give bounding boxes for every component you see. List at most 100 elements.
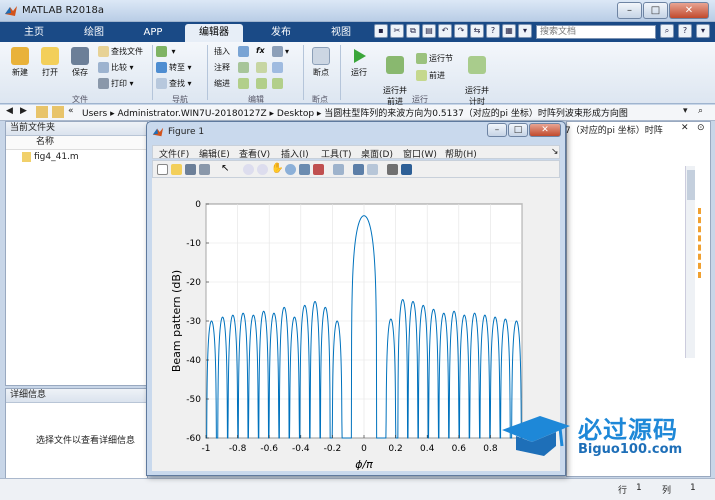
menu-edit[interactable]: 编辑(E) bbox=[199, 147, 230, 160]
zoom-out-icon[interactable] bbox=[257, 164, 268, 175]
indent-decrease-button[interactable] bbox=[272, 78, 285, 89]
undo-icon[interactable]: ↶ bbox=[438, 24, 452, 38]
printer-icon bbox=[98, 78, 109, 89]
print-button[interactable]: 打印 ▾ bbox=[98, 78, 134, 89]
tab-apps[interactable]: APP bbox=[126, 24, 180, 42]
menu-help[interactable]: 帮助(H) bbox=[445, 147, 477, 160]
figure-close-button[interactable]: ✕ bbox=[529, 123, 561, 137]
breadcrumb-project-folder[interactable]: 当圆柱型阵列的来波方向为0.5137（对应的pi 坐标）时阵列波束形成方向图 bbox=[324, 109, 628, 119]
up-folder-icon[interactable] bbox=[36, 106, 48, 118]
run-section-button[interactable]: 运行节 bbox=[416, 53, 453, 64]
uncomment-button[interactable] bbox=[256, 62, 269, 73]
nav-back-button[interactable]: ▾ bbox=[156, 46, 176, 57]
comment-add-button[interactable] bbox=[238, 62, 251, 73]
rotate-3d-icon[interactable] bbox=[285, 164, 296, 175]
menu-view[interactable]: 查看(V) bbox=[239, 147, 270, 160]
help-icon[interactable]: ? bbox=[678, 24, 692, 38]
goto-button[interactable]: 转至 ▾ bbox=[156, 62, 192, 73]
search-documentation-input[interactable]: 搜索文档 bbox=[536, 25, 656, 39]
insert-button[interactable]: 插入 bbox=[214, 46, 230, 57]
data-cursor-icon[interactable] bbox=[299, 164, 310, 175]
list-item[interactable]: fig4_41.m bbox=[6, 150, 147, 164]
fx-button[interactable]: fx bbox=[256, 46, 265, 55]
close-button[interactable]: ✕ bbox=[669, 2, 709, 19]
tab-plots[interactable]: 绘图 bbox=[66, 24, 122, 42]
find-button[interactable]: 查找 ▾ bbox=[156, 78, 192, 89]
search-icon[interactable]: ⌕ bbox=[660, 24, 674, 38]
switch-windows-icon[interactable]: ⇆ bbox=[470, 24, 484, 38]
indent-button[interactable]: 缩进 bbox=[214, 78, 230, 89]
x-tick-label: -0.8 bbox=[229, 444, 247, 454]
minimize-button[interactable]: – bbox=[617, 2, 642, 19]
tab-home[interactable]: 主页 bbox=[6, 24, 62, 42]
hide-plot-tools-icon[interactable] bbox=[387, 164, 398, 175]
save-button[interactable]: 保存 bbox=[66, 47, 94, 78]
zoom-in-icon[interactable] bbox=[243, 164, 254, 175]
pan-hand-icon[interactable]: ✋ bbox=[271, 164, 283, 175]
figure-minimize-button[interactable]: – bbox=[487, 123, 507, 137]
menu-dock-icon[interactable]: ↘ bbox=[551, 147, 559, 157]
back-arrow-icon[interactable]: ◀ bbox=[6, 106, 13, 116]
arrange-icon[interactable]: ▦ bbox=[502, 24, 516, 38]
maximize-button[interactable]: □ bbox=[643, 2, 668, 19]
help-shortcut-icon[interactable]: ? bbox=[486, 24, 500, 38]
new-button[interactable]: 新建 bbox=[6, 47, 34, 78]
insert-section-button[interactable] bbox=[238, 46, 251, 57]
menu-tools[interactable]: 工具(T) bbox=[321, 147, 352, 160]
tab-publish[interactable]: 发布 bbox=[252, 24, 310, 42]
show-plot-tools-icon[interactable] bbox=[401, 164, 412, 175]
pointer-icon[interactable]: ↖ bbox=[221, 164, 232, 175]
group-label-navigate: 导航 bbox=[172, 95, 188, 104]
paste-icon[interactable]: ▤ bbox=[422, 24, 436, 38]
menu-window[interactable]: 窗口(W) bbox=[403, 147, 437, 160]
save-figure-icon[interactable] bbox=[185, 164, 196, 175]
link-plot-icon[interactable] bbox=[333, 164, 344, 175]
legend-icon[interactable] bbox=[367, 164, 378, 175]
new-figure-icon[interactable] bbox=[157, 164, 168, 175]
address-dropdown-icon[interactable]: ▾ bbox=[683, 106, 688, 116]
tab-close-icon[interactable]: ✕ bbox=[681, 123, 689, 133]
run-button[interactable]: 运行 bbox=[346, 47, 372, 78]
y-tick-label: -50 bbox=[186, 395, 201, 405]
insert-function-button[interactable]: ▾ bbox=[272, 46, 289, 57]
breadcrumb-desktop[interactable]: Desktop bbox=[277, 109, 314, 119]
copy-icon[interactable]: ⧉ bbox=[406, 24, 420, 38]
tab-editor[interactable]: 编辑器 bbox=[185, 24, 243, 42]
advance-button[interactable]: 前进 bbox=[416, 70, 445, 81]
ribbon-separator bbox=[152, 45, 153, 100]
smart-indent-button[interactable] bbox=[238, 78, 251, 89]
customize-icon[interactable]: ▾ bbox=[518, 24, 532, 38]
comment-button[interactable]: 注释 bbox=[214, 62, 230, 73]
colorbar-icon[interactable] bbox=[353, 164, 364, 175]
vertical-scrollbar[interactable] bbox=[685, 166, 695, 358]
editor-tab-text[interactable]: 7（对应的pi 坐标）时阵 bbox=[565, 123, 663, 136]
brush-icon[interactable] bbox=[313, 164, 324, 175]
find-files-button[interactable]: 查找文件 bbox=[98, 46, 143, 57]
name-column-header[interactable]: 名称 bbox=[6, 136, 147, 150]
tab-view[interactable]: 视图 bbox=[314, 24, 368, 42]
save-icon[interactable]: ▪ bbox=[374, 24, 388, 38]
breakpoints-button[interactable]: 断点 bbox=[308, 47, 334, 78]
cut-icon[interactable]: ✂ bbox=[390, 24, 404, 38]
compare-button[interactable]: 比较 ▾ bbox=[98, 62, 134, 73]
print-figure-icon[interactable] bbox=[199, 164, 210, 175]
redo-icon[interactable]: ↷ bbox=[454, 24, 468, 38]
run-and-time-button[interactable]: 运行并 计时 bbox=[462, 47, 492, 107]
indent-increase-button[interactable] bbox=[256, 78, 269, 89]
wrap-comment-button[interactable] bbox=[272, 62, 285, 73]
scrollbar-thumb[interactable] bbox=[687, 170, 695, 200]
figure-title-bar[interactable]: Figure 1 – □ ✕ bbox=[147, 122, 565, 142]
breadcrumb-administrator[interactable]: Administrator.WIN7U-20180127Z bbox=[117, 109, 266, 119]
address-search-icon[interactable]: ⌕ bbox=[698, 106, 703, 116]
figure-maximize-button[interactable]: □ bbox=[508, 123, 528, 137]
menu-insert[interactable]: 插入(I) bbox=[281, 147, 309, 160]
menu-file[interactable]: 文件(F) bbox=[159, 147, 189, 160]
forward-arrow-icon[interactable]: ▶ bbox=[20, 106, 27, 116]
browse-folder-icon[interactable] bbox=[52, 106, 64, 118]
panel-menu-icon[interactable]: ⊙ bbox=[697, 123, 705, 133]
open-button[interactable]: 打开 bbox=[36, 47, 64, 78]
open-file-icon[interactable] bbox=[171, 164, 182, 175]
menu-desktop[interactable]: 桌面(D) bbox=[361, 147, 393, 160]
ribbon-collapse-icon[interactable]: ▾ bbox=[696, 24, 710, 38]
breadcrumb-users[interactable]: Users bbox=[82, 109, 107, 119]
